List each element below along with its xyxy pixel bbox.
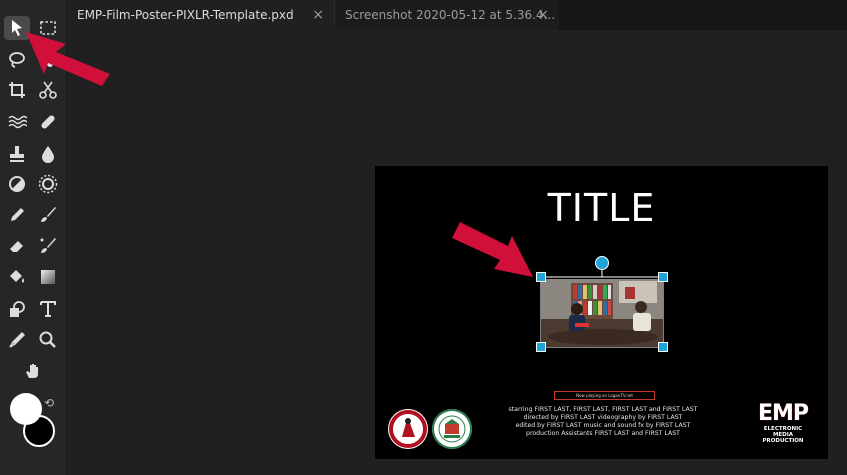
annotation-arrow [26,32,110,86]
annotation-arrow [452,222,533,277]
annotation-arrows [26,32,533,277]
